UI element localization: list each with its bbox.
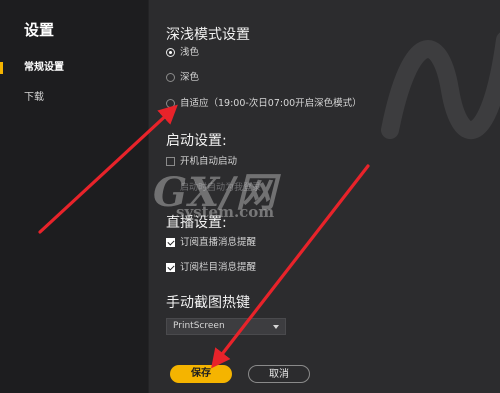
active-indicator xyxy=(0,62,3,74)
hotkey-select-value: PrintScreen xyxy=(173,321,225,331)
radio-button[interactable] xyxy=(166,99,175,108)
theme-section-title: 深浅模式设置 xyxy=(166,27,250,43)
radio-label: 自适应（19:00-次日07:00开启深色模式） xyxy=(180,98,362,109)
sidebar-item-label: 下载 xyxy=(24,92,44,103)
hotkey-section-title: 手动截图热键 xyxy=(166,295,250,311)
hotkey-select[interactable]: PrintScreen xyxy=(166,318,286,335)
checkbox[interactable] xyxy=(166,238,175,247)
radio-button[interactable] xyxy=(166,73,175,82)
watermark-url: system.com xyxy=(176,203,275,221)
chevron-down-icon xyxy=(273,325,279,329)
radio-button[interactable] xyxy=(166,48,175,57)
sidebar-item-download[interactable]: 下载 xyxy=(0,88,148,108)
sidebar-title: 设置 xyxy=(24,21,55,39)
radio-label: 深色 xyxy=(180,72,200,83)
cancel-button[interactable]: 取消 xyxy=(248,365,310,383)
sidebar: 设置 常规设置 下载 xyxy=(0,0,149,393)
save-button[interactable]: 保存 xyxy=(170,365,232,383)
checkbox[interactable] xyxy=(166,263,175,272)
background-wave-decoration xyxy=(381,32,500,139)
sidebar-item-general[interactable]: 常规设置 xyxy=(0,58,148,78)
startup-section-title: 启动设置: xyxy=(166,133,227,149)
radio-label: 浅色 xyxy=(180,47,200,58)
checkbox-label: 订阅栏目消息提醒 xyxy=(180,262,257,273)
checkbox-label: 订阅直播消息提醒 xyxy=(180,237,257,248)
sidebar-item-label: 常规设置 xyxy=(24,62,64,73)
